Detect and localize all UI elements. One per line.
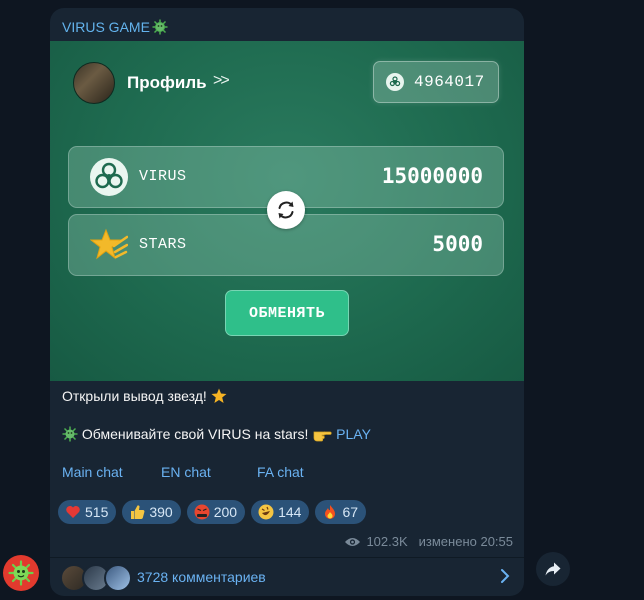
profile-label: Профиль bbox=[127, 73, 207, 92]
channel-name[interactable]: VIRUS GAME bbox=[62, 19, 168, 35]
virus-value: 15000000 bbox=[381, 164, 483, 188]
angry-face-icon bbox=[194, 504, 210, 520]
game-banner-image[interactable]: Профиль >> 4964017 VIRUS 15000000 STARS … bbox=[50, 41, 524, 381]
pointing-hand-emoji-icon bbox=[313, 431, 332, 442]
reactions-bar: 515 390 200 144 67 bbox=[58, 500, 367, 524]
exchange-button[interactable]: ОБМЕНЯТЬ bbox=[225, 290, 349, 336]
rofl-face-icon bbox=[258, 504, 274, 520]
reaction-angry[interactable]: 200 bbox=[186, 500, 246, 524]
red-heart-icon bbox=[66, 506, 80, 518]
chevron-right-icon bbox=[501, 569, 510, 583]
star-icon bbox=[90, 228, 128, 260]
stars-label: STARS bbox=[139, 236, 187, 253]
virus-icon bbox=[8, 560, 34, 586]
virus-icon bbox=[152, 19, 168, 35]
reaction-heart[interactable]: 515 bbox=[58, 500, 117, 524]
post-text-line2: Обменивайте свой VIRUS на stars! PLAY bbox=[62, 426, 371, 442]
channel-post: VIRUS GAME Профиль >> 4964017 VIRUS 1500… bbox=[50, 8, 524, 596]
en-chat-link[interactable]: EN chat bbox=[161, 464, 211, 480]
reaction-count: 515 bbox=[85, 504, 109, 520]
star-emoji-icon bbox=[211, 388, 227, 403]
biohazard-icon bbox=[90, 158, 128, 196]
comments-bar[interactable]: 3728 комментариев bbox=[50, 558, 524, 596]
post-text-line2-label: Обменивайте свой VIRUS на stars! bbox=[81, 426, 309, 442]
reaction-count: 144 bbox=[278, 504, 302, 520]
channel-avatar[interactable] bbox=[3, 555, 39, 591]
reaction-count: 200 bbox=[213, 504, 238, 520]
reaction-thumbs-up[interactable]: 390 bbox=[122, 500, 181, 524]
thumbs-up-icon bbox=[131, 505, 145, 519]
reaction-fire[interactable]: 67 bbox=[315, 500, 367, 524]
commenter-avatar bbox=[104, 564, 132, 592]
play-link[interactable]: PLAY bbox=[336, 426, 371, 442]
eye-icon bbox=[345, 537, 361, 546]
post-meta: 102.3K изменено 20:55 bbox=[344, 534, 513, 549]
balance-badge: 4964017 bbox=[373, 61, 499, 103]
profile-avatar bbox=[73, 62, 115, 104]
stars-value: 5000 bbox=[432, 232, 483, 256]
virus-label: VIRUS bbox=[139, 168, 187, 185]
profile-arrows-icon: >> bbox=[213, 72, 230, 89]
fa-chat-link[interactable]: FA chat bbox=[257, 464, 304, 480]
post-text-line1: Открыли вывод звезд! bbox=[62, 388, 227, 404]
biohazard-icon bbox=[386, 73, 404, 91]
swap-button[interactable] bbox=[267, 191, 305, 229]
reaction-count: 67 bbox=[342, 504, 359, 520]
reaction-rofl[interactable]: 144 bbox=[251, 500, 310, 524]
main-chat-link[interactable]: Main chat bbox=[62, 464, 123, 480]
edited-label: изменено 20:55 bbox=[418, 534, 513, 549]
refresh-icon bbox=[278, 201, 294, 219]
reaction-count: 390 bbox=[149, 504, 173, 520]
share-button[interactable] bbox=[536, 552, 570, 586]
views-count: 102.3K bbox=[366, 534, 408, 549]
fire-icon bbox=[325, 505, 336, 519]
virus-emoji-icon bbox=[62, 426, 78, 442]
comments-count[interactable]: 3728 комментариев bbox=[137, 569, 266, 585]
channel-name-text[interactable]: VIRUS GAME bbox=[62, 19, 150, 35]
post-text-line1-label: Открыли вывод звезд! bbox=[62, 388, 207, 404]
balance-value: 4964017 bbox=[414, 73, 485, 91]
share-arrow-icon bbox=[545, 562, 561, 576]
